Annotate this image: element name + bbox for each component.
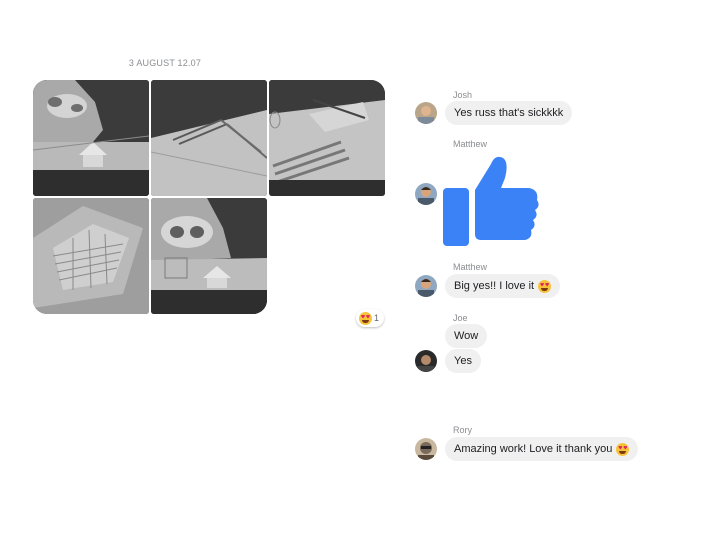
render-skatepark-roof — [33, 198, 149, 314]
sender-name: Rory — [453, 425, 473, 435]
heart-eyes-emoji-icon — [538, 279, 552, 293]
message-bubble[interactable]: Wow — [445, 324, 488, 348]
render-skatepark-aerial-2 — [151, 198, 267, 314]
render-skatepark-rails — [151, 80, 267, 196]
message-text: Yes — [454, 355, 472, 367]
avatar[interactable] — [415, 350, 437, 372]
avatar[interactable] — [415, 275, 437, 297]
message-bubble[interactable]: Yes — [445, 349, 481, 373]
sender-name: Matthew — [453, 139, 488, 149]
attached-photo-2[interactable] — [151, 80, 267, 196]
avatar-photo-icon — [415, 275, 437, 297]
message-text: Yes russ that's sickkkk — [454, 107, 564, 119]
photo-attachment-grid — [33, 80, 385, 316]
message-text: Amazing work! Love it thank you — [454, 443, 613, 455]
reaction-count: 1 — [374, 313, 380, 323]
attached-photo-1[interactable] — [33, 80, 149, 196]
photo-reaction-chip[interactable]: 1 — [356, 309, 385, 327]
avatar-photo-icon — [415, 102, 437, 124]
avatar-photo-icon — [415, 438, 437, 460]
avatar[interactable] — [415, 102, 437, 124]
render-skatepark-aerial-1 — [33, 80, 149, 196]
attached-photo-3[interactable] — [269, 80, 385, 196]
message-timestamp: 3 AUGUST 12.07 — [128, 58, 202, 68]
avatar[interactable] — [415, 183, 437, 205]
avatar-photo-icon — [415, 350, 437, 372]
thumbs-up-icon — [443, 156, 539, 246]
message-bubble[interactable]: Amazing work! Love it thank you — [445, 437, 639, 461]
attached-photo-5[interactable] — [151, 198, 267, 314]
heart-eyes-emoji-icon — [359, 311, 372, 325]
message-text: Wow — [454, 330, 479, 342]
attached-photo-4[interactable] — [33, 198, 149, 314]
message-bubble[interactable]: Yes russ that's sickkkk — [445, 101, 573, 125]
thumbs-up-like-sticker[interactable] — [441, 150, 541, 248]
avatar-photo-icon — [415, 183, 437, 205]
avatar[interactable] — [415, 438, 437, 460]
message-bubble[interactable]: Big yes!! I love it — [445, 274, 561, 298]
sender-name: Josh — [453, 90, 473, 100]
sender-name: Matthew — [453, 262, 488, 272]
message-text: Big yes!! I love it — [454, 280, 535, 292]
sender-name: Joe — [453, 313, 468, 323]
heart-eyes-emoji-icon — [616, 442, 630, 456]
render-skatepark-stairs — [269, 80, 385, 196]
